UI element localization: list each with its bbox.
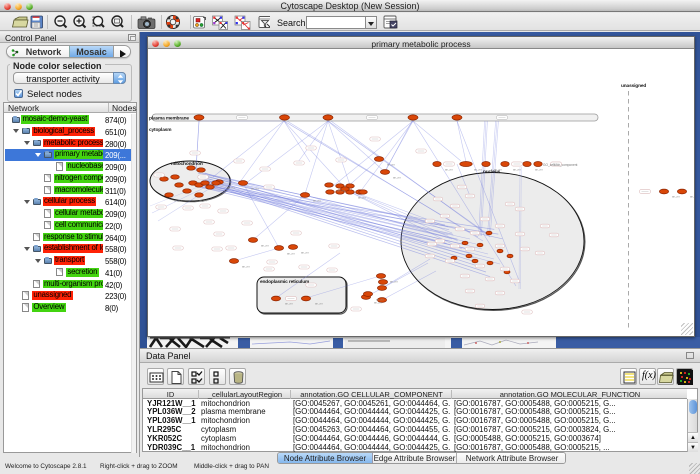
svg-text:an_nn: an_nn xyxy=(690,195,694,199)
